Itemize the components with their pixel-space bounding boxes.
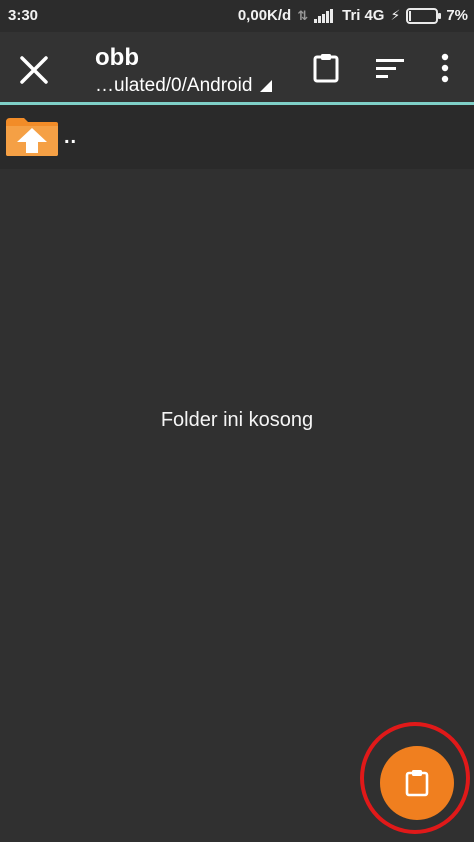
status-time: 3:30 — [8, 7, 39, 24]
battery-percent: 7% — [446, 7, 468, 24]
clipboard-button[interactable] — [306, 50, 346, 86]
carrier-name: Tri — [342, 7, 361, 24]
data-transfer-icon: ⇅ — [297, 7, 309, 23]
folder-up-icon — [4, 116, 60, 158]
more-options-button[interactable] — [425, 50, 465, 86]
status-right: 0,00K/d ⇅ Tri 4G ⚡ 7% — [238, 7, 468, 24]
empty-folder-message: Folder ini kosong — [160, 409, 314, 431]
charging-icon: ⚡ — [390, 7, 401, 23]
dropdown-triangle-icon — [260, 80, 273, 92]
clipboard-icon — [405, 770, 429, 797]
battery-icon — [406, 7, 442, 24]
parent-directory-label: .. — [64, 126, 78, 148]
clipboard-icon — [313, 54, 339, 83]
file-manager-screen: 3:30 0,00K/d ⇅ Tri 4G ⚡ 7% obb …ulated/0… — [0, 0, 474, 842]
folder-title: obb — [95, 44, 139, 71]
close-icon — [20, 56, 48, 84]
sort-icon — [376, 59, 404, 78]
status-bar: 3:30 0,00K/d ⇅ Tri 4G ⚡ 7% — [0, 0, 474, 32]
close-button[interactable] — [14, 52, 54, 88]
paste-fab-button[interactable] — [380, 746, 454, 820]
more-vert-icon — [441, 53, 449, 83]
sort-button[interactable] — [370, 50, 410, 86]
network-speed: 0,00K/d — [237, 7, 292, 24]
signal-strength-icon — [314, 8, 336, 23]
path-selector[interactable]: …ulated/0/Android — [95, 75, 273, 97]
network-type: 4G — [364, 7, 385, 24]
path-text: …ulated/0/Android — [95, 75, 253, 96]
